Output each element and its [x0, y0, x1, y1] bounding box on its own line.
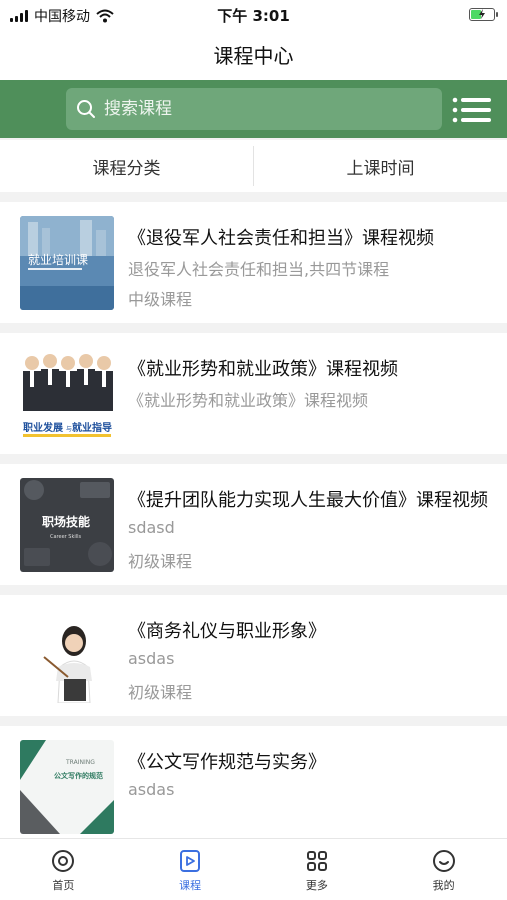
course-subtitle: 《就业形势和就业政策》课程视频 [128, 391, 369, 410]
course-thumbnail: 职场技能 Career Skills [20, 478, 114, 572]
tab-label: 我的 [432, 879, 455, 892]
tab-label: 首页 [52, 879, 75, 892]
course-title: 《就业形势和就业政策》课程视频 [128, 359, 398, 380]
status-bar: 中国移动 下午 3:01 [0, 0, 507, 30]
more-grid-icon [306, 851, 327, 871]
thumb-caption: 就业培训课 [28, 252, 88, 267]
course-thumbnail: 职业发展 与 就业指导 [20, 347, 114, 441]
course-subtitle: asdas [128, 649, 175, 668]
filter-course-category[interactable]: 课程分类 [0, 140, 253, 192]
thumb-caption-b: 就业指导 [72, 421, 112, 434]
search-header [0, 80, 507, 138]
course-subtitle: sdasd [128, 518, 175, 537]
search-box[interactable] [66, 88, 442, 130]
tab-bar: 首页 课程 更多 我的 [0, 838, 507, 900]
course-level: 中级课程 [128, 290, 193, 309]
course-level: 初级课程 [128, 683, 193, 702]
thumb-caption: 职场技能 [42, 514, 90, 529]
filter-class-time[interactable]: 上课时间 [254, 140, 507, 192]
course-card[interactable]: 职场技能 Career Skills 《提升团队能力实现人生最大价值》课程视频 … [0, 464, 507, 585]
battery-icon [469, 8, 498, 21]
thumb-caption: 职业发展 [23, 421, 63, 434]
search-input[interactable] [104, 99, 424, 119]
status-time: 下午 3:01 [217, 7, 290, 25]
page-title: 课程中心 [213, 44, 294, 68]
home-icon [52, 850, 75, 872]
profile-icon [432, 850, 455, 872]
tab-course[interactable]: 课程 [127, 839, 254, 900]
tab-label: 更多 [305, 879, 328, 892]
nav-bar: 课程中心 [0, 30, 507, 80]
thumb-caption: 公文写作的规范 [54, 771, 103, 780]
tab-more[interactable]: 更多 [254, 839, 381, 900]
course-level: 初级课程 [128, 552, 193, 571]
course-title: 《公文写作规范与实务》 [128, 752, 326, 773]
search-icon [77, 100, 95, 118]
tab-home[interactable]: 首页 [0, 839, 127, 900]
tab-profile[interactable]: 我的 [380, 839, 507, 900]
course-icon [180, 850, 201, 872]
course-subtitle: 退役军人社会责任和担当,共四节课程 [128, 260, 390, 279]
course-card[interactable]: TRAINING 公文写作的规范 《公文写作规范与实务》 asdas [0, 726, 507, 847]
menu-list-icon[interactable] [452, 96, 492, 124]
course-title: 《商务礼仪与职业形象》 [128, 621, 326, 642]
course-thumbnail: 就业培训课 [20, 216, 114, 310]
filter-tabs: 课程分类 上课时间 [0, 140, 507, 192]
course-thumbnail: TRAINING 公文写作的规范 [20, 740, 114, 834]
tab-label: 课程 [179, 879, 202, 892]
course-thumbnail [20, 609, 114, 703]
course-title: 《退役军人社会责任和担当》课程视频 [128, 228, 434, 249]
thumb-caption-en: Career Skills [50, 534, 82, 540]
thumb-caption-en: TRAINING [65, 759, 95, 766]
course-card[interactable]: 就业培训课 《退役军人社会责任和担当》课程视频 退役军人社会责任和担当,共四节课… [0, 202, 507, 323]
course-card[interactable]: 《商务礼仪与职业形象》 asdas 初级课程 [0, 595, 507, 716]
course-title: 《提升团队能力实现人生最大价值》课程视频 [128, 490, 488, 511]
course-card[interactable]: 职业发展 与 就业指导 《就业形势和就业政策》课程视频 《就业形势和就业政策》课… [0, 333, 507, 454]
course-list: 就业培训课 《退役军人社会责任和担当》课程视频 退役军人社会责任和担当,共四节课… [0, 202, 507, 857]
course-subtitle: asdas [128, 780, 175, 799]
